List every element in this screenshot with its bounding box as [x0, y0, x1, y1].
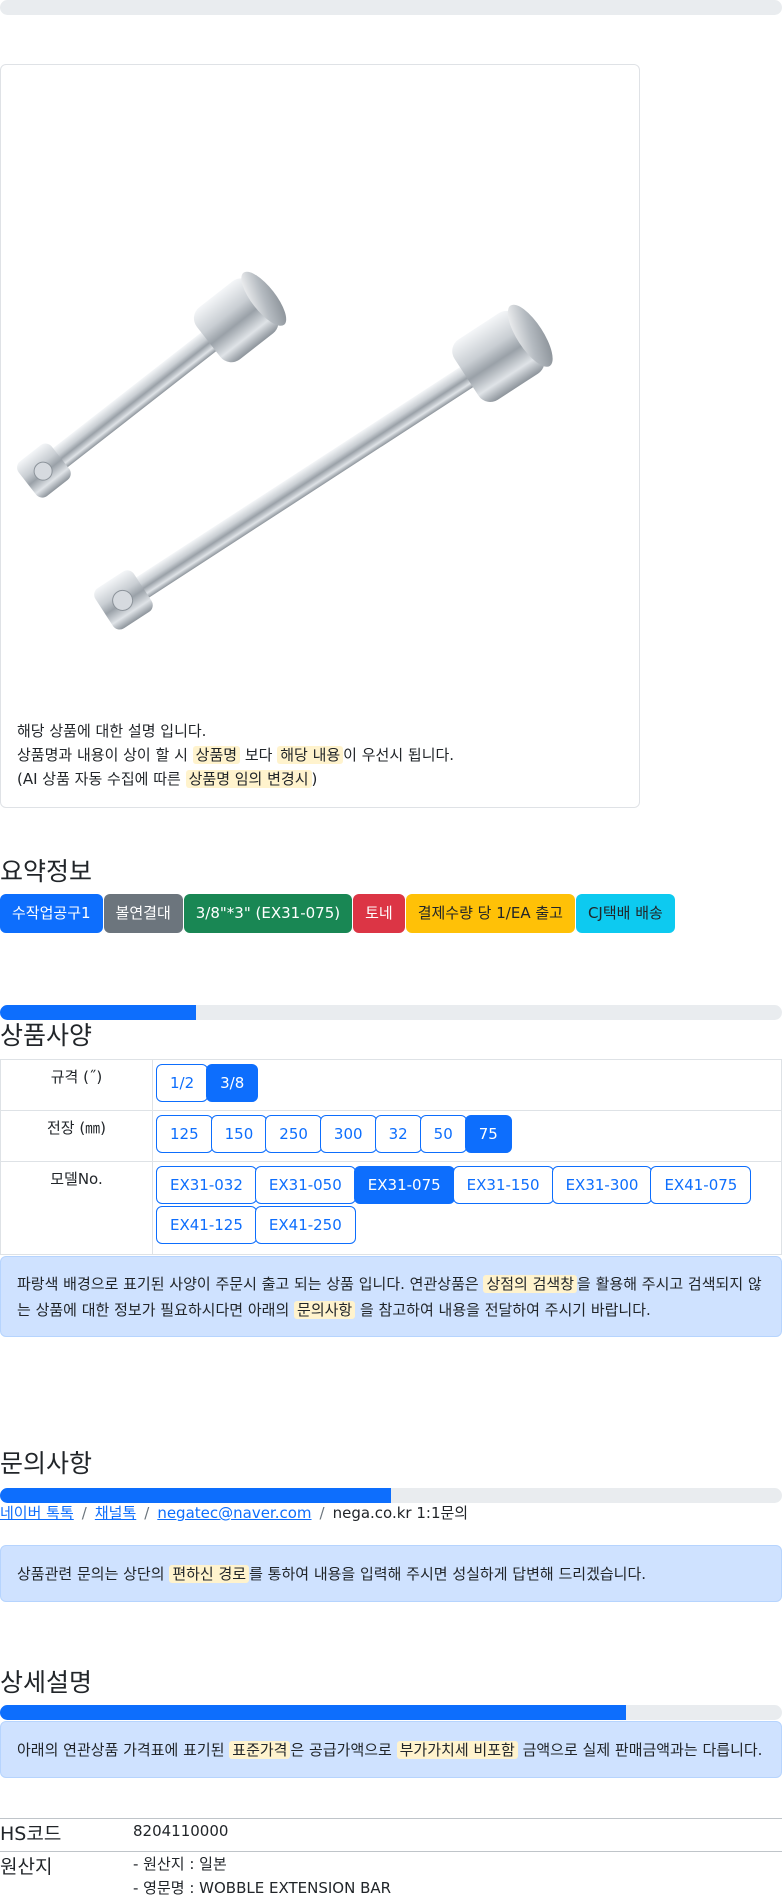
- spec-option-button[interactable]: EX31-050: [254, 1166, 356, 1204]
- desc-text: (AI 상품 자동 수집에 따른: [17, 770, 186, 788]
- notice-text: 은 공급가액으로: [290, 1741, 397, 1759]
- hs-code-value: 8204110000: [133, 1822, 229, 1840]
- top-progress-bar: [0, 0, 782, 15]
- highlight-content: 해당 내용: [277, 746, 344, 764]
- product-image: [17, 271, 553, 630]
- notice-text: 아래의 연관상품 가격표에 표기된: [17, 1741, 230, 1759]
- spec-row-length: 전장 (㎜) 125 150 250 300 32 50 75: [0, 1110, 782, 1162]
- summary-badges: 수작업공구1 볼연결대 3/8"*3" (EX31-075) 토네 결제수량 당…: [0, 894, 675, 933]
- notice-text: 를 통하여 내용을 입력해 주시면 성실하게 답변해 드리겠습니다.: [249, 1565, 647, 1583]
- spec-option-button[interactable]: 75: [464, 1115, 512, 1153]
- badge-model: 3/8"*3" (EX31-075): [183, 894, 353, 933]
- notice-text: 상품관련 문의는 상단의: [17, 1565, 170, 1583]
- link-separator: /: [144, 1504, 150, 1522]
- card-description: 해당 상품에 대한 설명 입니다. 상품명과 내용이 상이 할 시 상품명 보다…: [17, 719, 454, 791]
- spec-options-length: 125 150 250 300 32 50 75: [152, 1110, 782, 1162]
- product-card: 해당 상품에 대한 설명 입니다. 상품명과 내용이 상이 할 시 상품명 보다…: [0, 64, 640, 808]
- spec-option-button[interactable]: EX31-032: [156, 1166, 257, 1204]
- detail-progress-bar: [0, 1705, 782, 1720]
- badge-shipping: CJ택배 배송: [575, 894, 675, 933]
- spec-row-model: 모델No. EX31-032 EX31-050 EX31-075 EX31-150 EX…: [0, 1161, 782, 1255]
- site-inquiry-text: nega.co.kr 1:1문의: [332, 1504, 469, 1522]
- spec-option-button[interactable]: 32: [374, 1115, 422, 1153]
- highlight-channel: 편하신 경로: [169, 1565, 250, 1583]
- hs-code-key: HS코드: [0, 1823, 62, 1845]
- origin-country: - 원산지 : 일본: [133, 1855, 227, 1873]
- spec-label-size: 규격 (˝): [0, 1059, 153, 1111]
- spec-label-model: 모델No.: [0, 1161, 153, 1255]
- origin-row: 원산지 - 원산지 : 일본 - 영문명 : WOBBLE EXTENSION …: [0, 1851, 782, 1901]
- badge-category: 수작업공구1: [0, 894, 103, 933]
- spec-notice: 파랑색 배경으로 표기된 사양이 주문시 출고 되는 상품 입니다. 연관상품은…: [0, 1256, 782, 1337]
- highlight-standard-price: 표준가격: [229, 1741, 291, 1759]
- spec-label-length: 전장 (㎜): [0, 1110, 153, 1162]
- spec-option-button[interactable]: 150: [210, 1115, 268, 1153]
- desc-line-3: (AI 상품 자동 수집에 따른 상품명 임의 변경시): [17, 767, 454, 791]
- inquiry-notice: 상품관련 문의는 상단의 편하신 경로 를 통하여 내용을 입력해 주시면 성실하…: [0, 1545, 782, 1602]
- spec-title: 상품사양: [0, 1021, 93, 1050]
- summary-title: 요약정보: [0, 857, 93, 886]
- highlight-search: 상점의 검색창: [483, 1275, 578, 1293]
- detail-progress-fill: [0, 1705, 626, 1720]
- badge-type: 볼연결대: [103, 894, 183, 933]
- spec-option-button[interactable]: 125: [156, 1115, 213, 1153]
- spec-option-button[interactable]: 1/2: [156, 1064, 209, 1102]
- notice-text: 금액으로 실제 판매금액과는 다릅니다.: [517, 1741, 763, 1759]
- desc-text: 보다: [240, 746, 278, 764]
- spec-progress-bar: [0, 1005, 782, 1020]
- highlight-product-name: 상품명: [192, 746, 241, 764]
- inquiry-title: 문의사항: [0, 1449, 93, 1478]
- link-separator: /: [81, 1504, 87, 1522]
- origin-value: - 원산지 : 일본 - 영문명 : WOBBLE EXTENSION BAR: [133, 1852, 391, 1900]
- spec-option-button[interactable]: 250: [265, 1115, 322, 1153]
- naver-talk-link[interactable]: 네이버 톡톡: [0, 1504, 74, 1522]
- notice-text: 파랑색 배경으로 표기된 사양이 주문시 출고 되는 상품 입니다. 연관상품은: [17, 1275, 484, 1293]
- highlight-inquiry: 문의사항: [294, 1301, 356, 1319]
- desc-text: ): [311, 770, 318, 788]
- spec-table: 규격 (˝) 1/2 3/8 전장 (㎜) 125 150 250 300 32 50 75 …: [0, 1059, 782, 1255]
- badge-quantity: 결제수량 당 1/EA 출고: [405, 894, 575, 933]
- detail-title: 상세설명: [0, 1668, 93, 1697]
- desc-line-1: 해당 상품에 대한 설명 입니다.: [17, 722, 207, 740]
- highlight-vat: 부가가치세 비포함: [396, 1741, 518, 1759]
- desc-text: 상품명과 내용이 상이 할 시: [17, 746, 193, 764]
- spec-option-button[interactable]: 300: [319, 1115, 377, 1153]
- spec-option-button[interactable]: EX41-075: [650, 1166, 752, 1204]
- spec-option-button[interactable]: EX41-125: [156, 1206, 257, 1244]
- highlight-name-change: 상품명 임의 변경시: [185, 770, 312, 788]
- spec-option-button[interactable]: 3/8: [206, 1064, 259, 1102]
- notice-text: 을 참고하여 내용을 전달하여 주시기 바랍니다.: [355, 1301, 651, 1319]
- spec-option-button[interactable]: 50: [419, 1115, 467, 1153]
- inquiry-progress-bar: [0, 1488, 782, 1503]
- spec-options-size: 1/2 3/8: [152, 1059, 782, 1111]
- hs-code-row: HS코드 8204110000: [0, 1818, 782, 1852]
- origin-key: 원산지: [0, 1856, 53, 1878]
- badge-brand: 토네: [353, 894, 405, 933]
- contact-links: 네이버 톡톡 / 채널톡 / negatec@naver.com / nega.co.kr …: [0, 1502, 468, 1523]
- spec-option-button[interactable]: EX31-300: [551, 1166, 653, 1204]
- detail-notice: 아래의 연관상품 가격표에 표기된 표준가격 은 공급가액으로 부가가치세 비포함…: [0, 1721, 782, 1778]
- spec-option-button[interactable]: EX31-150: [452, 1166, 554, 1204]
- spec-options-model: EX31-032 EX31-050 EX31-075 EX31-150 EX31-300…: [152, 1161, 782, 1255]
- spec-option-button[interactable]: EX41-250: [254, 1206, 356, 1244]
- link-separator: /: [319, 1504, 325, 1522]
- desc-text: 이 우선시 됩니다.: [343, 746, 455, 764]
- spec-option-button[interactable]: EX31-075: [353, 1166, 455, 1204]
- channel-talk-link[interactable]: 채널톡: [95, 1504, 136, 1522]
- origin-english-name: - 영문명 : WOBBLE EXTENSION BAR: [133, 1879, 392, 1897]
- inquiry-progress-fill: [0, 1488, 391, 1503]
- spec-row-size: 규격 (˝) 1/2 3/8: [0, 1059, 782, 1111]
- email-link[interactable]: negatec@naver.com: [157, 1504, 311, 1522]
- desc-line-2: 상품명과 내용이 상이 할 시 상품명 보다 해당 내용 이 우선시 됩니다.: [17, 743, 454, 767]
